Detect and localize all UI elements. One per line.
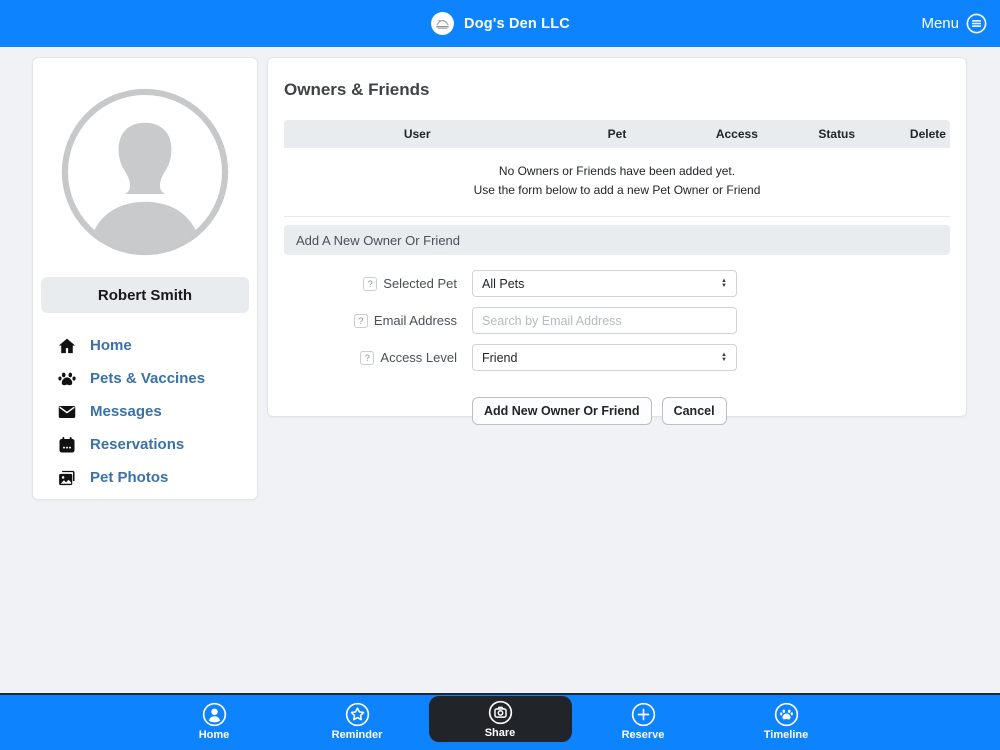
- empty-state-line2: Use the form below to add a new Pet Owne…: [473, 183, 761, 198]
- select-stepper-icon: [721, 279, 727, 289]
- selected-pet-value: All Pets: [482, 276, 525, 291]
- bottom-nav-label: Reserve: [621, 729, 665, 741]
- bottom-nav-label: Share: [484, 727, 516, 739]
- bottom-nav-timeline[interactable]: Timeline: [715, 699, 858, 746]
- column-header-access: Access: [715, 127, 758, 141]
- brand-title: Dog's Den LLC: [464, 15, 570, 32]
- page: Dog's Den LLC Menu Robert Smith Home Pet…: [0, 0, 1000, 750]
- page-title: Owners & Friends: [284, 80, 430, 99]
- bottom-nav-share[interactable]: Share: [428, 696, 572, 742]
- form-row-access-level: ? Access Level Friend: [284, 344, 950, 372]
- access-level-value: Friend: [482, 350, 518, 365]
- sidebar-nav: Home Pets & Vaccines Messages Reservatio…: [33, 329, 257, 494]
- add-owner-form: ? Selected Pet All Pets ? Email Address: [284, 270, 950, 426]
- empty-state-line1: No Owners or Friends have been added yet…: [498, 164, 736, 178]
- home-icon: [58, 337, 76, 355]
- dogs-den-logo-icon: [430, 11, 455, 36]
- select-stepper-icon: [721, 353, 727, 363]
- bottom-nav-label: Home: [198, 729, 230, 741]
- access-level-field: Friend: [472, 344, 737, 372]
- bottom-nav-reminder[interactable]: Reminder: [286, 699, 429, 746]
- plus-circle-icon: [631, 702, 656, 727]
- sidebar-item-pet-photos[interactable]: Pet Photos: [58, 461, 257, 494]
- paw-circle-icon: [774, 702, 799, 727]
- sidebar-item-home[interactable]: Home: [58, 329, 257, 362]
- form-row-selected-pet: ? Selected Pet All Pets: [284, 270, 950, 298]
- avatar: [57, 84, 233, 260]
- column-header-user: User: [403, 127, 431, 141]
- user-name: Robert Smith: [41, 277, 249, 313]
- sidebar-item-label: Home: [90, 337, 132, 354]
- hamburger-menu-icon: [966, 13, 987, 34]
- owners-table-header: User Pet Access Status Delete: [284, 120, 950, 148]
- add-new-owner-button[interactable]: Add New Owner Or Friend: [472, 397, 652, 426]
- email-label-text: Email Address: [373, 313, 457, 329]
- sidebar-item-label: Pet Photos: [90, 469, 169, 486]
- bottom-nav-home[interactable]: Home: [143, 699, 286, 746]
- sidebar-item-label: Messages: [90, 403, 162, 420]
- sidebar-item-label: Pets & Vaccines: [90, 370, 206, 387]
- star-circle-icon: [345, 702, 370, 727]
- sidebar-item-reservations[interactable]: Reservations: [58, 428, 257, 461]
- selected-pet-label: ? Selected Pet: [284, 276, 457, 291]
- selected-pet-label-text: Selected Pet: [383, 276, 457, 292]
- access-level-select[interactable]: Friend: [472, 344, 737, 372]
- photos-icon: [58, 469, 76, 487]
- column-header-pet: Pet: [607, 127, 627, 141]
- bottom-nav-label: Reminder: [331, 729, 383, 741]
- empty-state: No Owners or Friends have been added yet…: [284, 148, 950, 218]
- sidebar-item-messages[interactable]: Messages: [58, 395, 257, 428]
- bottom-nav-reserve[interactable]: Reserve: [572, 699, 715, 746]
- sidebar-item-pets-vaccines[interactable]: Pets & Vaccines: [58, 362, 257, 395]
- brand: Dog's Den LLC: [0, 0, 1000, 47]
- selected-pet-field: All Pets: [472, 270, 737, 298]
- cancel-button[interactable]: Cancel: [661, 397, 727, 426]
- sidebar-item-label: Reservations: [90, 436, 185, 453]
- menu-button[interactable]: Menu: [921, 0, 987, 47]
- owners-friends-card: Owners & Friends User Pet Access Status …: [267, 57, 967, 426]
- email-field-wrap: [472, 307, 737, 335]
- calendar-icon: [58, 436, 76, 454]
- form-buttons: Add New Owner Or Friend Cancel: [472, 397, 950, 426]
- envelope-icon: [58, 403, 76, 421]
- form-row-email: ? Email Address: [284, 307, 950, 335]
- selected-pet-select[interactable]: All Pets: [472, 270, 737, 298]
- help-icon[interactable]: ?: [363, 276, 378, 291]
- paw-icon: [58, 370, 76, 388]
- person-circle-icon: [202, 702, 227, 727]
- bottom-nav-label: Timeline: [763, 729, 809, 741]
- avatar-wrap: [33, 58, 257, 260]
- sidebar-profile-card: Robert Smith Home Pets & Vaccines Messag…: [32, 57, 258, 500]
- email-label: ? Email Address: [284, 313, 457, 328]
- email-field[interactable]: [472, 307, 737, 335]
- help-icon[interactable]: ?: [360, 350, 375, 365]
- column-header-delete: Delete: [909, 127, 946, 141]
- access-level-label: ? Access Level: [284, 350, 457, 365]
- top-bar: Dog's Den LLC Menu: [0, 0, 1000, 47]
- menu-label: Menu: [921, 15, 959, 32]
- column-header-status: Status: [818, 127, 856, 141]
- add-owner-section-header: Add A New Owner Or Friend: [284, 225, 950, 256]
- help-icon[interactable]: ?: [353, 313, 368, 328]
- bottom-nav-bar: Home Reminder Share Reserve Timeline: [0, 693, 1000, 750]
- access-level-label-text: Access Level: [380, 350, 457, 366]
- camera-circle-icon: [488, 700, 513, 725]
